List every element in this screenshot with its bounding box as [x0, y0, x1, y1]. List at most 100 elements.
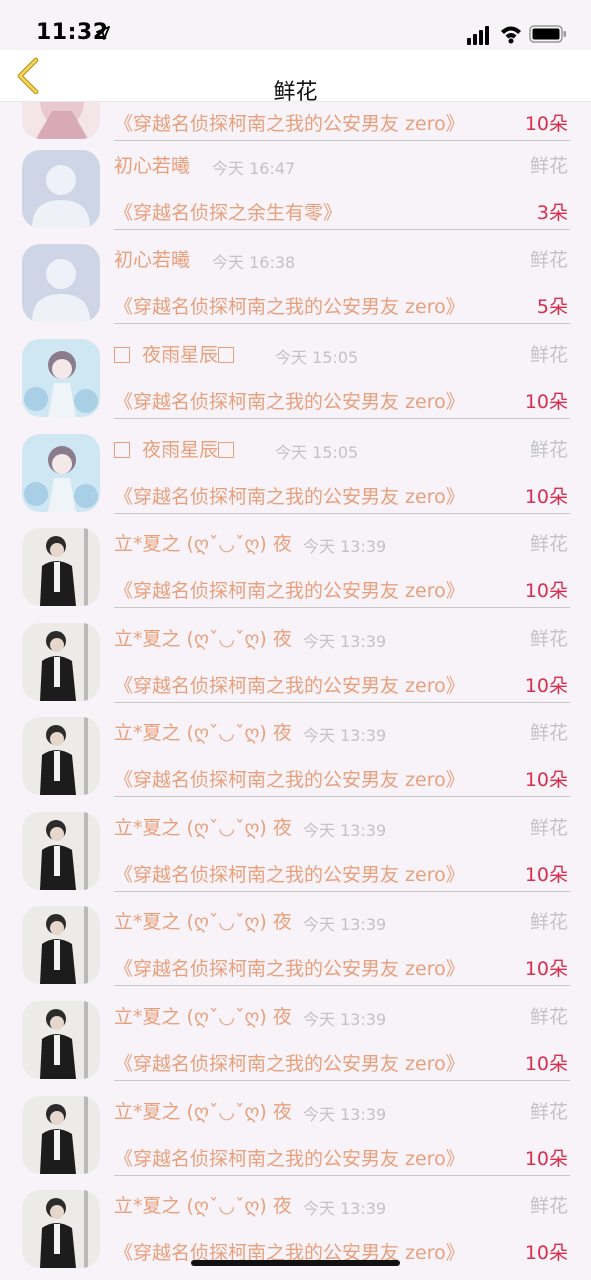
divider	[114, 1175, 570, 1176]
book-title[interactable]: 《穿越名侦探之余生有零》	[114, 198, 342, 225]
gift-type-label: 鲜花	[529, 1101, 568, 1123]
user-name[interactable]: 立*夏之 (ღˇ◡ˇღ) 夜	[114, 813, 292, 840]
flower-count: 10朵	[524, 958, 568, 980]
status-bar: 11:32	[0, 0, 591, 50]
navigation-bar: 鲜花	[0, 50, 591, 105]
user-avatar[interactable]	[22, 906, 100, 984]
book-title[interactable]: 《穿越名侦探柯南之我的公安男友 zero》	[114, 387, 465, 414]
list-item[interactable]: 立*夏之 (ღˇ◡ˇღ) 夜 今天 13:39 鲜花 《穿越名侦探柯南之我的公安…	[0, 615, 591, 710]
user-name[interactable]: 立*夏之 (ღˇ◡ˇღ) 夜	[114, 1002, 292, 1029]
user-name-text: 夜雨星辰	[142, 439, 219, 461]
flower-count: 10朵	[524, 580, 568, 602]
divider	[114, 513, 570, 514]
list-item[interactable]: 初心若曦 今天 16:47 鲜花 《穿越名侦探之余生有零》 3朵	[0, 142, 591, 237]
flower-count: 3朵	[536, 202, 568, 224]
book-title[interactable]: 《穿越名侦探柯南之我的公安男友 zero》	[114, 292, 465, 319]
flower-count: 10朵	[524, 1148, 568, 1170]
timestamp: 今天 13:39	[303, 726, 387, 745]
list-item[interactable]: 初心若曦 今天 16:38 鲜花 《穿越名侦探柯南之我的公安男友 zero》 5…	[0, 236, 591, 331]
divider	[114, 702, 570, 703]
user-name[interactable]: 初心若曦	[114, 151, 190, 178]
divider	[114, 229, 570, 230]
list-item[interactable]: 立*夏之 (ღˇ◡ˇღ) 夜 今天 13:39 鲜花 《穿越名侦探柯南之我的公安…	[0, 804, 591, 899]
gift-list[interactable]: 《穿越名侦探柯南之我的公安男友 zero》 10朵 初心若曦 今天 16:47 …	[0, 0, 591, 1280]
list-item[interactable]: 夜雨星辰 今天 15:05 鲜花 《穿越名侦探柯南之我的公安男友 zero》 1…	[0, 331, 591, 426]
checkbox-glyph-icon	[218, 442, 235, 458]
user-name[interactable]: 初心若曦	[114, 245, 190, 272]
cellular-signal-icon	[467, 26, 489, 45]
timestamp: 今天 13:39	[303, 1105, 387, 1124]
divider	[114, 1080, 570, 1081]
list-item[interactable]: 立*夏之 (ღˇ◡ˇღ) 夜 今天 13:39 鲜花 《穿越名侦探柯南之我的公安…	[0, 1088, 591, 1183]
book-title[interactable]: 《穿越名侦探柯南之我的公安男友 zero》	[114, 109, 465, 136]
gift-type-label: 鲜花	[529, 249, 568, 271]
book-title[interactable]: 《穿越名侦探柯南之我的公安男友 zero》	[114, 482, 465, 509]
divider	[114, 985, 570, 986]
user-name[interactable]: 夜雨星辰	[114, 340, 235, 367]
timestamp: 今天 13:39	[303, 821, 387, 840]
checkbox-glyph-icon	[218, 347, 235, 363]
gift-type-label: 鲜花	[529, 1195, 568, 1217]
location-arrow-icon	[96, 26, 110, 40]
gift-type-label: 鲜花	[529, 533, 568, 555]
gift-type-label: 鲜花	[529, 344, 568, 366]
divider	[114, 323, 570, 324]
gift-type-label: 鲜花	[529, 722, 568, 744]
gift-type-label: 鲜花	[529, 155, 568, 177]
user-avatar[interactable]	[22, 434, 100, 512]
checkbox-glyph-icon	[114, 347, 130, 363]
list-item[interactable]: 立*夏之 (ღˇ◡ˇღ) 夜 今天 13:39 鲜花 《穿越名侦探柯南之我的公安…	[0, 993, 591, 1088]
user-name-text: 夜雨星辰	[142, 344, 219, 366]
flower-count: 5朵	[536, 296, 568, 318]
timestamp: 今天 15:05	[275, 348, 359, 367]
user-avatar[interactable]	[22, 528, 100, 606]
gift-type-label: 鲜花	[529, 439, 568, 461]
user-name[interactable]: 夜雨星辰	[114, 435, 235, 462]
user-name[interactable]: 立*夏之 (ღˇ◡ˇღ) 夜	[114, 1097, 292, 1124]
user-avatar[interactable]	[22, 623, 100, 701]
list-item[interactable]: 立*夏之 (ღˇ◡ˇღ) 夜 今天 13:39 鲜花 《穿越名侦探柯南之我的公安…	[0, 709, 591, 804]
user-name[interactable]: 立*夏之 (ღˇ◡ˇღ) 夜	[114, 624, 292, 651]
book-title[interactable]: 《穿越名侦探柯南之我的公安男友 zero》	[114, 1144, 465, 1171]
book-title[interactable]: 《穿越名侦探柯南之我的公安男友 zero》	[114, 954, 465, 981]
gift-type-label: 鲜花	[529, 1006, 568, 1028]
divider	[114, 891, 570, 892]
home-indicator[interactable]	[191, 1260, 400, 1266]
gift-type-label: 鲜花	[529, 817, 568, 839]
user-avatar[interactable]	[22, 1096, 100, 1174]
book-title[interactable]: 《穿越名侦探柯南之我的公安男友 zero》	[114, 860, 465, 887]
user-avatar[interactable]	[22, 244, 100, 322]
book-title[interactable]: 《穿越名侦探柯南之我的公安男友 zero》	[114, 765, 465, 792]
divider	[114, 607, 570, 608]
list-item[interactable]: 夜雨星辰 今天 15:05 鲜花 《穿越名侦探柯南之我的公安男友 zero》 1…	[0, 426, 591, 521]
user-name[interactable]: 立*夏之 (ღˇ◡ˇღ) 夜	[114, 529, 292, 556]
flower-count: 10朵	[524, 486, 568, 508]
user-avatar[interactable]	[22, 339, 100, 417]
user-name[interactable]: 立*夏之 (ღˇ◡ˇღ) 夜	[114, 1191, 292, 1218]
book-title[interactable]: 《穿越名侦探柯南之我的公安男友 zero》	[114, 1049, 465, 1076]
user-avatar[interactable]	[22, 1190, 100, 1268]
book-title[interactable]: 《穿越名侦探柯南之我的公安男友 zero》	[114, 671, 465, 698]
checkbox-glyph-icon	[114, 442, 130, 458]
user-avatar[interactable]	[22, 812, 100, 890]
book-title[interactable]: 《穿越名侦探柯南之我的公安男友 zero》	[114, 576, 465, 603]
divider	[114, 796, 570, 797]
list-item[interactable]: 立*夏之 (ღˇ◡ˇღ) 夜 今天 13:39 鲜花 《穿越名侦探柯南之我的公安…	[0, 520, 591, 615]
user-avatar[interactable]	[22, 717, 100, 795]
user-name[interactable]: 立*夏之 (ღˇ◡ˇღ) 夜	[114, 907, 292, 934]
list-item[interactable]: 立*夏之 (ღˇ◡ˇღ) 夜 今天 13:39 鲜花 《穿越名侦探柯南之我的公安…	[0, 898, 591, 993]
timestamp: 今天 13:39	[303, 632, 387, 651]
timestamp: 今天 15:05	[275, 443, 359, 462]
user-name[interactable]: 立*夏之 (ღˇ◡ˇღ) 夜	[114, 718, 292, 745]
flower-count: 10朵	[524, 864, 568, 886]
gift-type-label: 鲜花	[529, 911, 568, 933]
timestamp: 今天 16:38	[212, 253, 296, 272]
flower-count: 10朵	[524, 1053, 568, 1075]
user-avatar[interactable]	[22, 1001, 100, 1079]
flower-count: 10朵	[524, 391, 568, 413]
timestamp: 今天 13:39	[303, 915, 387, 934]
divider	[114, 140, 570, 141]
battery-icon	[529, 25, 566, 43]
user-avatar[interactable]	[22, 150, 100, 228]
flower-count: 10朵	[524, 113, 568, 135]
